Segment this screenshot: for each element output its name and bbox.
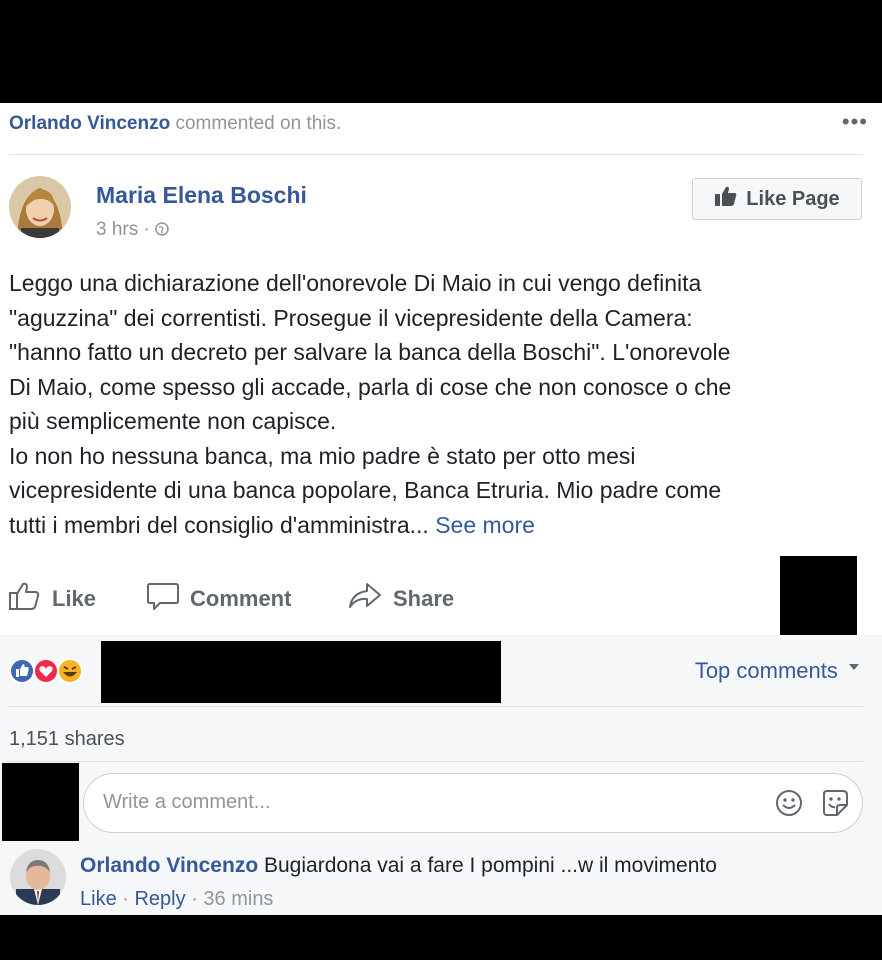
post-action-bar: Like Comment Share	[0, 581, 882, 621]
redaction-block	[780, 556, 857, 635]
composer-icons	[774, 788, 850, 823]
comment-reply-link[interactable]: Reply	[134, 888, 185, 910]
comment-bubble-icon	[146, 581, 180, 617]
comment-button[interactable]: Comment	[146, 581, 291, 617]
smiley-icon[interactable]	[774, 788, 804, 823]
feed-story: Orlando Vincenzo commented on this. ••• …	[0, 103, 882, 915]
see-more-link[interactable]: See more	[435, 512, 535, 538]
activity-actor-link[interactable]: Orlando Vincenzo	[9, 113, 170, 134]
share-arrow-icon	[347, 581, 383, 617]
post-meta: 3 hrs ·	[96, 219, 169, 241]
more-options-icon[interactable]: •••	[842, 109, 868, 135]
comment-timestamp[interactable]: 36 mins	[203, 888, 273, 910]
caret-down-icon	[844, 658, 860, 683]
divider	[9, 154, 863, 155]
post-timestamp[interactable]: 3 hrs	[96, 219, 138, 240]
comment-label: Comment	[190, 586, 292, 611]
author-avatar[interactable]	[9, 176, 71, 238]
globe-icon	[155, 219, 169, 240]
activity-action: commented on this.	[175, 113, 342, 134]
comment-input-placeholder: Write a comment...	[103, 791, 271, 813]
meta-separator: ·	[191, 888, 204, 910]
post-body: Leggo una dichiarazione dell'onorevole D…	[9, 270, 732, 538]
comment-text: Bugiardona vai a fare I pompini ...w il …	[264, 854, 717, 877]
shares-count-link[interactable]: 1,151 shares	[9, 728, 125, 751]
comment-body: Orlando Vincenzo Bugiardona vai a fare I…	[80, 854, 717, 878]
top-comments-label: Top comments	[694, 658, 838, 683]
post-author-name[interactable]: Maria Elena Boschi	[96, 182, 307, 209]
commenter-name-link[interactable]: Orlando Vincenzo	[80, 854, 258, 877]
thumbs-up-icon	[8, 581, 42, 617]
like-button[interactable]: Like	[8, 581, 96, 617]
comment-input[interactable]: Write a comment...	[83, 773, 863, 833]
commenter-avatar[interactable]	[10, 849, 66, 905]
like-label: Like	[52, 586, 97, 611]
redaction-block	[101, 641, 501, 703]
like-page-button[interactable]: Like Page	[692, 178, 862, 220]
activity-line: Orlando Vincenzo commented on this.	[9, 113, 341, 135]
comment-like-link[interactable]: Like	[80, 888, 117, 910]
comment-meta: Like · Reply · 36 mins	[80, 888, 273, 911]
share-button[interactable]: Share	[347, 581, 454, 617]
redaction-block	[2, 763, 79, 841]
sticker-icon[interactable]	[820, 788, 850, 823]
divider	[9, 761, 863, 762]
top-comments-dropdown[interactable]: Top comments	[695, 658, 860, 684]
meta-separator: ·	[122, 888, 135, 910]
reaction-summary[interactable]	[8, 656, 98, 686]
thumbs-up-icon	[714, 185, 738, 213]
divider	[9, 706, 863, 707]
meta-separator: ·	[143, 219, 156, 240]
like-page-label: Like Page	[746, 187, 840, 210]
share-label: Share	[393, 586, 455, 611]
post-text: Leggo una dichiarazione dell'onorevole D…	[9, 266, 871, 542]
